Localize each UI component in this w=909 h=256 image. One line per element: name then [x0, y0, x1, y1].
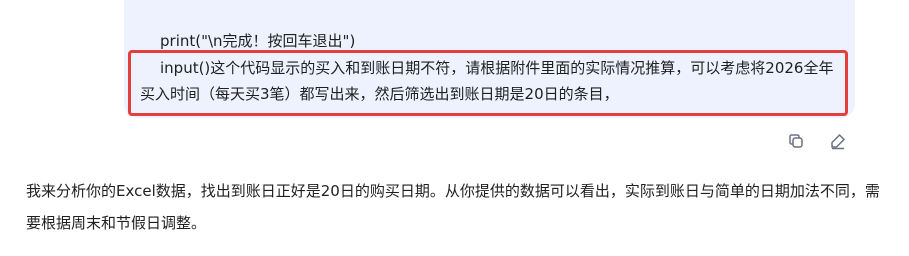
message-actions [786, 131, 848, 151]
user-request-text: input()这个代码显示的买入和到账日期不符，请根据附件里面的实际情况推算，可… [140, 59, 834, 103]
edit-pencil-icon[interactable] [828, 131, 848, 151]
code-line: print("\n完成！按回车退出") [160, 32, 356, 50]
copy-icon[interactable] [786, 131, 806, 151]
assistant-reply: 我来分析你的Excel数据，找出到账日正好是20日的购买日期。从你提供的数据可以… [26, 182, 880, 232]
